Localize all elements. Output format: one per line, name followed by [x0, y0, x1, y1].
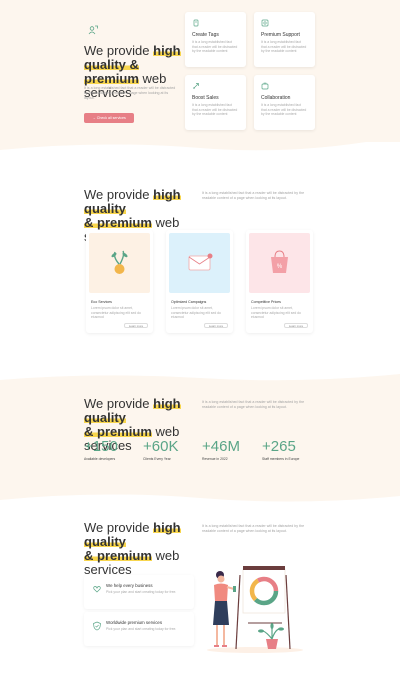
stat-developers: +150 Available developers — [84, 438, 118, 462]
service-card-campaigns[interactable]: Optimized Campaigns Lorem ipsum dolor si… — [166, 230, 233, 333]
tag-person-icon — [88, 25, 98, 35]
stat-value: +150 — [84, 438, 118, 455]
bottom-lead: It is a long established fact that a rea… — [202, 524, 305, 533]
learn-more-button[interactable]: Learn more — [204, 323, 228, 328]
stat-revenue: +46M Revenue in 2022 — [202, 438, 240, 462]
service-title: Eco Services — [91, 300, 112, 304]
shopping-bag-icon: % — [271, 250, 288, 273]
stat-label: Available developers — [84, 457, 116, 461]
stat-clients: +60K Clients Every Year — [143, 438, 179, 462]
feature-title: Premium Support — [261, 32, 300, 38]
stats-lead: It is a long established fact that a rea… — [202, 400, 305, 409]
stat-value: +60K — [143, 438, 179, 455]
learn-more-button[interactable]: Learn more — [284, 323, 308, 328]
plant-icon — [111, 250, 128, 274]
service-image: % — [249, 233, 310, 293]
service-desc: Lorem ipsum dolor sit amet, consectetur … — [91, 306, 141, 320]
feature-help-business[interactable]: We help every business Pick your plan an… — [84, 575, 194, 609]
feature-desc: It is a long established fact that a rea… — [192, 103, 238, 117]
service-title: Competitive Prices — [251, 300, 281, 304]
feature-title: Create Tags — [192, 32, 219, 38]
support-icon — [261, 19, 269, 27]
stat-staff: +265 Staff members in Europe — [262, 438, 300, 462]
services-lead: It is a long established fact that a rea… — [202, 191, 305, 200]
check-services-button[interactable]: → Check all services — [84, 113, 134, 123]
rocket-icon — [193, 83, 199, 89]
service-desc: Lorem ipsum dolor sit amet, consectetur … — [251, 306, 301, 320]
feature-card-boost-sales[interactable]: Boost Sales It is a long established fac… — [185, 75, 246, 130]
tag-icon — [193, 19, 199, 27]
feature-card-collaboration[interactable]: Collaboration It is a long established f… — [254, 75, 315, 130]
service-desc: Lorem ipsum dolor sit amet, consectetur … — [171, 306, 221, 320]
stat-label: Clients Every Year — [143, 457, 171, 461]
feature-card-create-tags[interactable]: Create Tags It is a long established fac… — [185, 12, 246, 67]
shield-icon — [93, 621, 101, 631]
feature-desc: It is a long established fact that a rea… — [261, 103, 307, 117]
service-image — [169, 233, 230, 293]
heart-hand-icon — [93, 586, 101, 593]
service-card-prices[interactable]: % Competitive Prices Lorem ipsum dolor s… — [246, 230, 313, 333]
feature-desc: Pick your plan and start creating today … — [106, 590, 177, 594]
stats-wave-top — [0, 374, 400, 390]
feature-title: Collaboration — [261, 95, 291, 101]
stat-label: Revenue in 2022 — [202, 457, 228, 461]
svg-text:%: % — [277, 264, 283, 270]
stat-value: +46M — [202, 438, 240, 455]
stats-wave-bottom — [0, 486, 400, 502]
feature-desc: Pick your plan and start creating today … — [106, 627, 177, 631]
bottom-title: We provide high quality & premium web ser… — [84, 520, 181, 577]
learn-more-button[interactable]: Learn more — [124, 323, 148, 328]
feature-title: We help every business — [106, 583, 153, 588]
stat-label: Staff members in Europe — [262, 457, 300, 461]
service-title: Optimized Campaigns — [171, 300, 207, 304]
service-card-eco[interactable]: Eco Services Lorem ipsum dolor sit amet,… — [86, 230, 153, 333]
feature-card-premium-support[interactable]: Premium Support It is a long established… — [254, 12, 315, 67]
feature-title: Boost Sales — [192, 95, 219, 101]
feature-desc: It is a long established fact that a rea… — [192, 40, 238, 54]
hero-lead: It is a long established fact that a rea… — [84, 86, 176, 100]
collaboration-icon — [261, 82, 269, 90]
presenter-illustration — [207, 566, 303, 653]
feature-desc: It is a long established fact that a rea… — [261, 40, 307, 54]
stat-value: +265 — [262, 438, 296, 455]
hero-wave — [0, 130, 400, 151]
service-image — [89, 233, 150, 293]
feature-worldwide-services[interactable]: Worldwide premium services Pick your pla… — [84, 612, 194, 646]
email-icon — [188, 253, 213, 271]
feature-title: Worldwide premium services — [106, 620, 163, 625]
